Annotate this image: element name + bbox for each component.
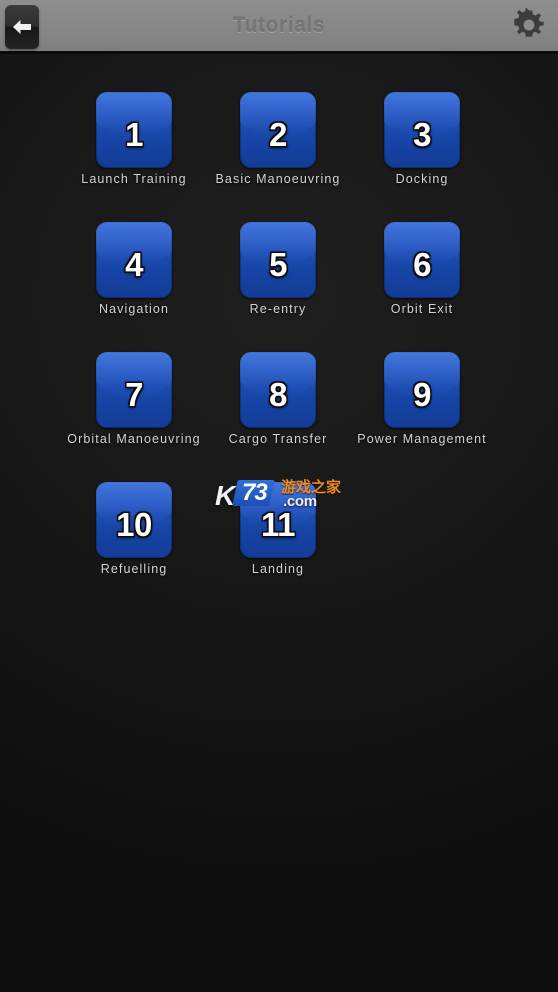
tile-number: 1 [125,115,143,153]
tile-number: 5 [269,245,287,283]
tutorials-screen: Tutorials 1 Launch Training 2 Basic Mano… [0,0,558,992]
tile-label: Basic Manoeuvring [215,172,341,186]
tutorial-tile-11[interactable]: 11 [240,482,316,558]
tile-number: 2 [269,115,287,153]
tutorial-cell: 2 Basic Manoeuvring [206,92,350,222]
tutorial-cell: 9 Power Management [350,352,494,482]
tutorial-tile-7[interactable]: 7 [96,352,172,428]
tutorial-tile-4[interactable]: 4 [96,222,172,298]
settings-button[interactable] [510,6,548,47]
tile-label: Navigation [98,302,170,316]
tile-number: 8 [269,375,287,413]
tutorial-tile-5[interactable]: 5 [240,222,316,298]
tile-label: Orbit Exit [390,302,454,316]
tutorial-row: 1 Launch Training 2 Basic Manoeuvring 3 … [0,92,558,222]
page-title: Tutorials [232,14,326,37]
tile-label: Orbital Manoeuvring [67,432,201,446]
tutorial-cell: 7 Orbital Manoeuvring [62,352,206,482]
tutorial-cell: 3 Docking [350,92,494,222]
app-header: Tutorials [0,0,558,54]
tutorial-tile-2[interactable]: 2 [240,92,316,168]
tutorial-tile-6[interactable]: 6 [384,222,460,298]
tutorial-row: 4 Navigation 5 Re-entry 6 Orbit Exit [0,222,558,352]
tutorial-cell: 11 Landing [206,482,350,612]
tutorial-tile-10[interactable]: 10 [96,482,172,558]
tutorial-tile-1[interactable]: 1 [96,92,172,168]
tile-number: 11 [261,505,295,543]
tile-label: Re-entry [249,302,307,316]
tile-label: Refuelling [100,562,168,576]
tutorial-cell: 1 Launch Training [62,92,206,222]
tutorial-tile-3[interactable]: 3 [384,92,460,168]
back-button[interactable] [5,5,39,49]
tile-label: Cargo Transfer [228,432,328,446]
tile-number: 10 [116,505,152,543]
tutorial-grid: 1 Launch Training 2 Basic Manoeuvring 3 … [0,57,558,612]
tile-label: Landing [251,562,305,576]
tutorial-cell: 10 Refuelling [62,482,206,612]
tile-number: 9 [413,375,431,413]
tile-label: Launch Training [81,172,187,186]
gear-icon [512,6,546,47]
tile-number: 6 [413,245,431,283]
tutorial-tile-9[interactable]: 9 [384,352,460,428]
tile-label: Docking [395,172,449,186]
tutorial-row: 7 Orbital Manoeuvring 8 Cargo Transfer 9… [0,352,558,482]
tutorial-cell: 8 Cargo Transfer [206,352,350,482]
tutorial-row: 10 Refuelling 11 Landing [0,482,558,612]
tile-number: 3 [413,115,431,153]
tutorial-tile-8[interactable]: 8 [240,352,316,428]
arrow-left-icon [11,18,33,36]
tutorial-cell: 5 Re-entry [206,222,350,352]
tile-number: 4 [125,245,143,283]
tile-number: 7 [125,375,143,413]
tutorial-cell: 4 Navigation [62,222,206,352]
tutorial-cell: 6 Orbit Exit [350,222,494,352]
tile-label: Power Management [357,432,487,446]
